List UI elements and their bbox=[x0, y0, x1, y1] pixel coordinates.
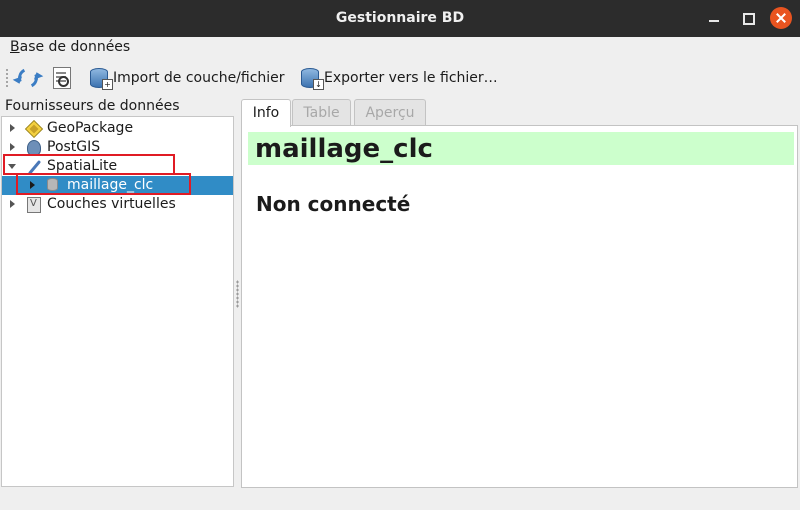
import-layer-label: Import de couche/fichier bbox=[113, 70, 285, 86]
close-icon[interactable] bbox=[770, 7, 792, 29]
tab-info[interactable]: Info bbox=[241, 99, 291, 127]
menu-label: ase de données bbox=[19, 39, 131, 55]
menubar: Base de données bbox=[0, 37, 800, 59]
highlight-box-maillage-clc bbox=[16, 173, 191, 195]
connection-status: Non connecté bbox=[256, 192, 411, 216]
virtual-layers-icon bbox=[27, 197, 41, 213]
window-titlebar: Gestionnaire BD bbox=[0, 0, 800, 37]
info-panel: maillage_clc Non connecté bbox=[241, 125, 798, 488]
tree-item-geopackage[interactable]: GeoPackage bbox=[2, 119, 233, 139]
import-layer-button[interactable]: + Import de couche/fichier bbox=[89, 64, 285, 92]
status-bar bbox=[0, 490, 800, 510]
tree-item-label: Couches virtuelles bbox=[47, 196, 176, 212]
menu-mnemonic: B bbox=[10, 39, 20, 55]
layer-header: maillage_clc bbox=[248, 132, 794, 165]
database-export-icon: ↓ bbox=[300, 66, 324, 90]
tree-item-label: GeoPackage bbox=[47, 120, 134, 136]
expand-arrow-icon[interactable] bbox=[10, 200, 15, 208]
tree-item-couches-virtuelles[interactable]: Couches virtuelles bbox=[2, 195, 233, 214]
expand-arrow-icon[interactable] bbox=[10, 143, 15, 151]
refresh-icon bbox=[15, 65, 41, 91]
providers-title: Fournisseurs de données bbox=[5, 98, 180, 114]
window-title: Gestionnaire BD bbox=[335, 10, 465, 26]
export-file-label: Exporter vers le fichier… bbox=[324, 70, 498, 86]
menu-base-de-donnees[interactable]: Base de données bbox=[10, 39, 130, 55]
maximize-icon[interactable] bbox=[737, 7, 759, 29]
toolbar: + Import de couche/fichier ↓ Exporter ve… bbox=[0, 60, 800, 96]
database-import-icon: + bbox=[89, 66, 113, 90]
geopackage-icon bbox=[24, 119, 44, 139]
sql-window-icon bbox=[53, 67, 71, 89]
tab-table[interactable]: Table bbox=[292, 99, 351, 126]
toolbar-grip-icon[interactable] bbox=[5, 68, 9, 88]
layer-name: maillage_clc bbox=[255, 134, 433, 164]
sql-window-button[interactable] bbox=[50, 64, 76, 92]
highlight-box-spatialite bbox=[3, 154, 175, 175]
expand-arrow-icon[interactable] bbox=[10, 124, 15, 132]
splitter-handle[interactable] bbox=[236, 280, 239, 308]
refresh-button[interactable] bbox=[15, 64, 44, 92]
export-file-button[interactable]: ↓ Exporter vers le fichier… bbox=[300, 64, 498, 92]
minimize-icon[interactable] bbox=[703, 7, 725, 29]
tree-item-label: PostGIS bbox=[47, 139, 101, 155]
tab-apercu[interactable]: Aperçu bbox=[354, 99, 426, 126]
